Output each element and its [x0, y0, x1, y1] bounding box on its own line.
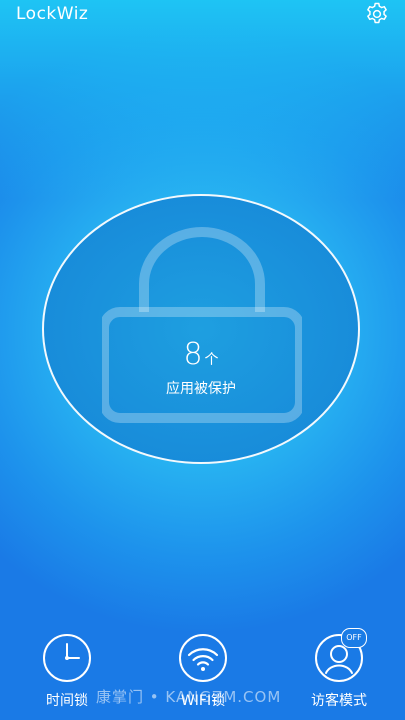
- wifi-lock-label: WIFI锁: [180, 693, 226, 709]
- lock-home-screen: LockWiz 8个 应用被保护 时间锁 WIFI锁 OFF 访客模式 康掌门 …: [0, 0, 405, 720]
- wifi-icon: [177, 632, 229, 684]
- bottom-navigation: 时间锁 WIFI锁 OFF 访客模式: [0, 628, 405, 720]
- protection-status-circle[interactable]: 8个 应用被保护: [42, 194, 360, 464]
- protected-caption: 应用被保护: [166, 381, 236, 397]
- settings-button[interactable]: [364, 1, 390, 27]
- wifi-lock-button[interactable]: WIFI锁: [148, 632, 258, 710]
- visitor-mode-off-badge: OFF: [341, 628, 367, 648]
- person-icon: OFF: [313, 628, 367, 684]
- gear-icon: [367, 2, 387, 24]
- clock-icon: [41, 632, 93, 684]
- protected-count-unit: 个: [204, 352, 219, 368]
- protected-app-count: 8个: [44, 340, 358, 370]
- visitor-mode-button[interactable]: OFF 访客模式: [284, 628, 394, 710]
- background-glow: [0, 0, 405, 200]
- visitor-mode-label: 访客模式: [311, 693, 367, 709]
- time-lock-button[interactable]: 时间锁: [12, 632, 122, 710]
- app-title: LockWiz: [16, 4, 89, 24]
- protected-count-number: 8: [183, 337, 203, 372]
- time-lock-label: 时间锁: [46, 693, 88, 709]
